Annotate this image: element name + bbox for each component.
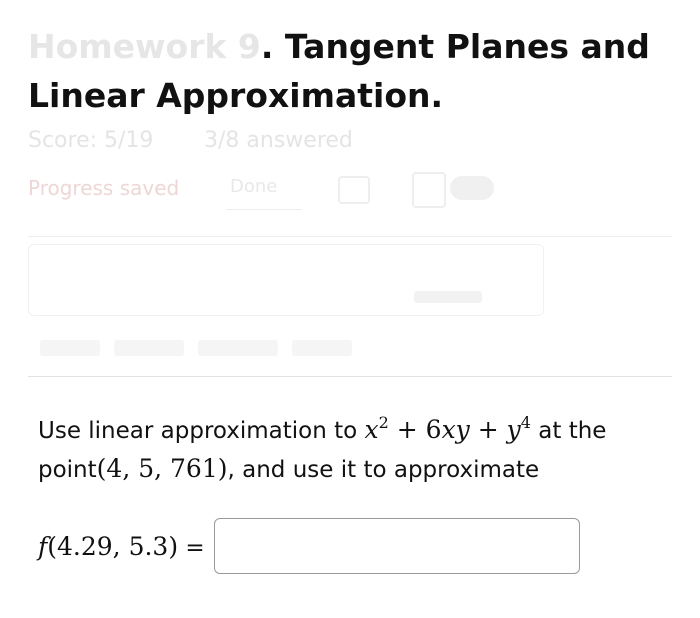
equals-sign: = [178, 535, 205, 561]
math-y: y [506, 415, 521, 444]
math-f: f [38, 532, 48, 561]
faded-panel [28, 244, 544, 316]
math-exponent: 4 [520, 413, 531, 432]
evaluate-label: f(4.29, 5.3) = [38, 530, 205, 565]
done-underline [226, 209, 302, 210]
answered-text: 3/8 answered [204, 128, 353, 153]
faded-toolbar-item [40, 340, 100, 356]
question-tail: , and use it to approximate [227, 457, 540, 483]
faded-button[interactable] [414, 291, 482, 303]
math-x: x [364, 415, 379, 444]
math-point: (4, 5, 761) [96, 454, 228, 483]
faded-toolbar [40, 340, 470, 362]
math-xy: xy [441, 415, 470, 444]
faded-toolbar-item [114, 340, 184, 356]
math-plus: + [469, 415, 507, 444]
divider [28, 376, 672, 377]
done-button[interactable]: Done [230, 176, 277, 197]
calculator-icon[interactable] [412, 172, 446, 208]
print-icon[interactable] [338, 176, 370, 204]
math-exponent: 2 [378, 413, 389, 432]
math-args: (4.29, 5.3) [47, 532, 179, 561]
math-term: + 6 [388, 415, 442, 444]
faded-toolbar-item [292, 340, 352, 356]
faded-toolbar-item [198, 340, 278, 356]
answer-input[interactable] [214, 518, 580, 574]
page-title: Homework 9. Tangent Planes and Linear Ap… [28, 22, 678, 120]
divider [28, 236, 672, 237]
progress-status: Progress saved [28, 176, 180, 200]
title-faded-text: Homework 9 [28, 27, 261, 66]
question-text: Use linear approximation to x2 + 6xy + y… [38, 404, 668, 489]
question-intro: Use linear approximation to [38, 418, 365, 444]
toggle-icon[interactable] [450, 176, 494, 200]
score-text: Score: 5/19 [28, 128, 154, 153]
